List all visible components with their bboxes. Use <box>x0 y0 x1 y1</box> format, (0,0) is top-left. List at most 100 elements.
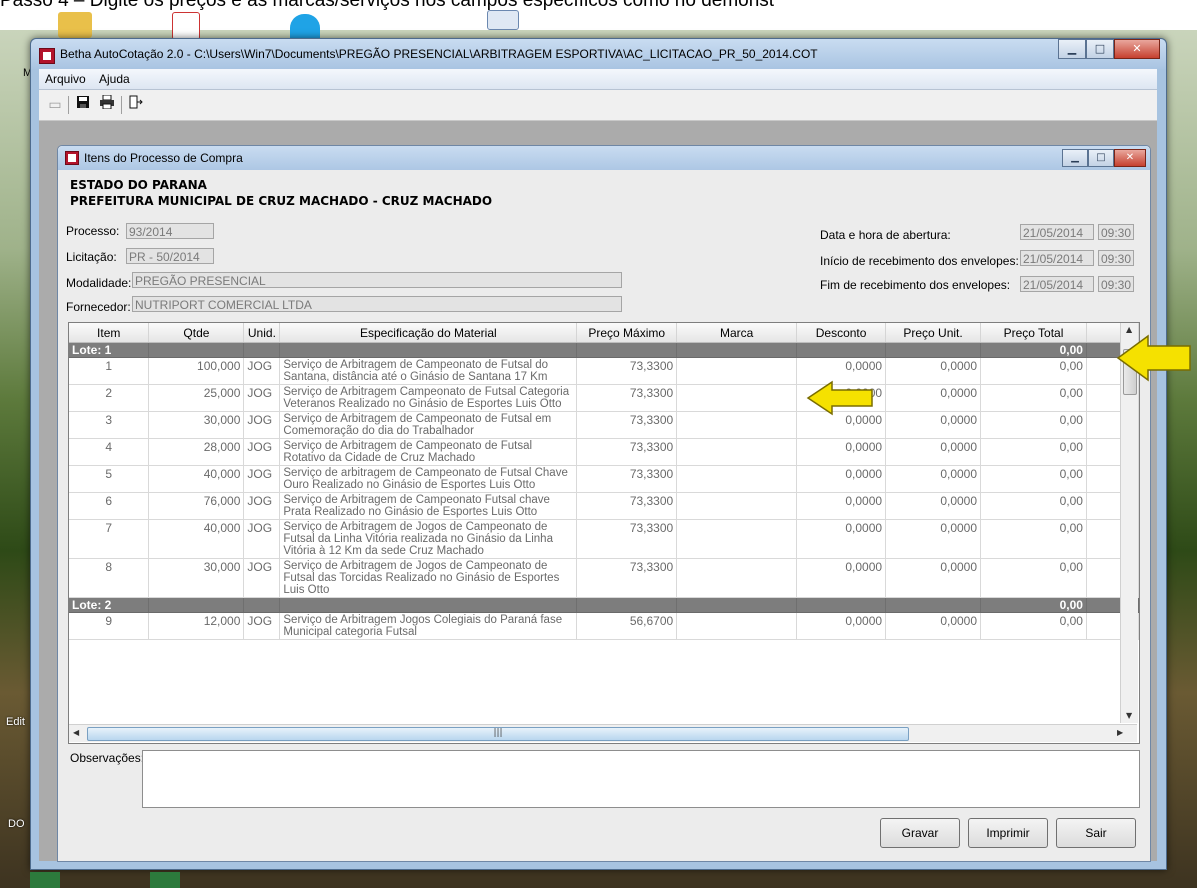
minimize-button[interactable]: ▁ <box>1058 39 1086 59</box>
grid-horizontal-scrollbar[interactable]: ◀ ||| ▶ <box>69 724 1137 742</box>
cell-marca[interactable] <box>676 492 798 520</box>
cell-preco-unit[interactable]: 0,0000 <box>885 519 982 559</box>
scroll-up-arrow-icon[interactable]: ▲ <box>1126 325 1132 334</box>
cell-especificacao: Serviço de Arbitragem de Campeonato de F… <box>279 411 578 439</box>
grid-vertical-scrollbar[interactable]: ▲ ▼ <box>1120 323 1138 723</box>
cell-preco-unit[interactable]: 0,0000 <box>885 438 982 466</box>
col-item[interactable]: Item <box>69 323 150 343</box>
cell-desconto[interactable]: 0,0000 <box>796 519 887 559</box>
table-row[interactable]: 1 100,000 JOG Serviço de Arbitragem de Camp… <box>69 357 1139 385</box>
child-close-button[interactable]: ✕ <box>1114 149 1146 167</box>
cell-marca[interactable] <box>676 558 798 598</box>
horizontal-scroll-thumb[interactable]: ||| <box>87 727 909 741</box>
cell-marca[interactable] <box>676 465 798 493</box>
cell-preco-maximo: 56,6700 <box>576 612 678 640</box>
table-row[interactable]: 9 12,000 JOG Serviço de Arbitragem Jogos Co… <box>69 612 1139 640</box>
taskbar-excel-icon[interactable] <box>30 872 60 888</box>
col-qtde[interactable]: Qtde <box>148 323 245 343</box>
lote-label: Lote: 2 <box>69 597 150 613</box>
open-folder-icon[interactable]: ▭ <box>45 95 65 115</box>
cell-desconto[interactable]: 0,0000 <box>796 465 887 493</box>
window-titlebar[interactable]: Betha AutoCotação 2.0 - C:\Users\Win7\Do… <box>31 39 1166 69</box>
col-desconto[interactable]: Desconto <box>796 323 887 343</box>
table-row[interactable]: 2 25,000 JOG Serviço de Arbitragem Campeona… <box>69 384 1139 412</box>
table-row[interactable]: 4 28,000 JOG Serviço de Arbitragem de Campe… <box>69 438 1139 466</box>
save-icon[interactable] <box>73 95 93 115</box>
desktop-skype-icon[interactable] <box>290 14 320 38</box>
menu-ajuda[interactable]: Ajuda <box>99 72 130 86</box>
print-icon[interactable] <box>97 94 117 115</box>
cell-preco-unit[interactable]: 0,0000 <box>885 411 982 439</box>
cell-desconto[interactable]: 0,0000 <box>796 558 887 598</box>
col-especificacao[interactable]: Especificação do Material <box>279 323 578 343</box>
cell-preco-unit[interactable]: 0,0000 <box>885 465 982 493</box>
inicio-data-field[interactable]: 21/05/2014 <box>1020 250 1094 266</box>
cell-preco-total: 0,00 <box>980 519 1087 559</box>
child-maximize-button[interactable]: □ <box>1088 149 1114 167</box>
table-row[interactable]: 5 40,000 JOG Serviço de arbitragem de Campe… <box>69 465 1139 493</box>
inicio-label: Início de recebimento dos envelopes: <box>820 254 1019 268</box>
lote-row[interactable]: Lote: 1 0,00 <box>69 342 1139 358</box>
cell-preco-unit[interactable]: 0,0000 <box>885 558 982 598</box>
table-row[interactable]: 7 40,000 JOG Serviço de Arbitragem de Jogos… <box>69 519 1139 559</box>
table-row[interactable]: 3 30,000 JOG Serviço de Arbitragem de Campe… <box>69 411 1139 439</box>
desktop-document-icon[interactable] <box>487 10 519 30</box>
scroll-left-arrow-icon[interactable]: ◀ <box>73 728 79 737</box>
cell-preco-maximo: 73,3300 <box>576 519 678 559</box>
cell-marca[interactable] <box>676 438 798 466</box>
cell-item: 1 <box>69 357 150 385</box>
col-marca[interactable]: Marca <box>676 323 798 343</box>
cell-desconto[interactable]: 0,0000 <box>796 492 887 520</box>
cell-preco-unit[interactable]: 0,0000 <box>885 612 982 640</box>
abertura-data-field[interactable]: 21/05/2014 <box>1020 224 1094 240</box>
abertura-hora-field[interactable]: 09:30 <box>1098 224 1134 240</box>
maximize-button[interactable]: □ <box>1086 39 1114 59</box>
gravar-button[interactable]: Gravar <box>880 818 960 848</box>
lote-row[interactable]: Lote: 2 0,00 <box>69 597 1139 613</box>
fornecedor-field[interactable]: NUTRIPORT COMERCIAL LTDA <box>132 296 622 312</box>
child-titlebar[interactable]: Itens do Processo de Compra ▁ □ ✕ <box>58 146 1150 170</box>
col-preco-maximo[interactable]: Preço Máximo <box>576 323 678 343</box>
menu-arquivo[interactable]: Arquivo <box>45 72 86 86</box>
sair-button[interactable]: Sair <box>1056 818 1136 848</box>
toolbar-separator <box>68 96 69 114</box>
cell-preco-unit[interactable]: 0,0000 <box>885 384 982 412</box>
cell-marca[interactable] <box>676 384 798 412</box>
fim-data-field[interactable]: 21/05/2014 <box>1020 276 1094 292</box>
scroll-right-arrow-icon[interactable]: ▶ <box>1117 728 1123 737</box>
table-row[interactable]: 8 30,000 JOG Serviço de Arbitragem de Jogos… <box>69 558 1139 598</box>
col-preco-total[interactable]: Preço Total <box>980 323 1087 343</box>
table-row[interactable]: 6 76,000 JOG Serviço de Arbitragem de Campe… <box>69 492 1139 520</box>
cell-marca[interactable] <box>676 519 798 559</box>
child-minimize-button[interactable]: ▁ <box>1062 149 1088 167</box>
lote-cell <box>796 597 887 613</box>
col-unid[interactable]: Unid. <box>243 323 281 343</box>
close-button[interactable]: ✕ <box>1114 39 1160 59</box>
cell-preco-unit[interactable]: 0,0000 <box>885 492 982 520</box>
desktop-pdf-icon[interactable] <box>172 12 200 40</box>
inicio-hora-field[interactable]: 09:30 <box>1098 250 1134 266</box>
lote-cell <box>676 597 798 613</box>
modalidade-field[interactable]: PREGÃO PRESENCIAL <box>132 272 622 288</box>
observacoes-textarea[interactable] <box>142 750 1140 808</box>
col-preco-unit[interactable]: Preço Unit. <box>885 323 982 343</box>
cell-marca[interactable] <box>676 411 798 439</box>
cell-marca[interactable] <box>676 357 798 385</box>
licitacao-field[interactable]: PR - 50/2014 <box>126 248 214 264</box>
imprimir-button[interactable]: Imprimir <box>968 818 1048 848</box>
lote-cell <box>243 342 281 358</box>
items-grid[interactable]: Item Qtde Unid. Especificação do Materia… <box>68 322 1140 744</box>
scroll-down-arrow-icon[interactable]: ▼ <box>1126 711 1132 720</box>
fim-label: Fim de recebimento dos envelopes: <box>820 278 1011 292</box>
cell-marca[interactable] <box>676 612 798 640</box>
taskbar-excel-icon[interactable] <box>150 872 180 888</box>
cell-especificacao: Serviço de Arbitragem de Jogos de Campeo… <box>279 519 578 559</box>
processo-field[interactable]: 93/2014 <box>126 223 214 239</box>
cell-preco-unit[interactable]: 0,0000 <box>885 357 982 385</box>
exit-icon[interactable] <box>126 95 146 115</box>
cell-desconto[interactable]: 0,0000 <box>796 438 887 466</box>
cell-desconto[interactable]: 0,0000 <box>796 612 887 640</box>
lote-cell <box>148 597 245 613</box>
desktop-folder-icon[interactable] <box>58 12 92 38</box>
fim-hora-field[interactable]: 09:30 <box>1098 276 1134 292</box>
